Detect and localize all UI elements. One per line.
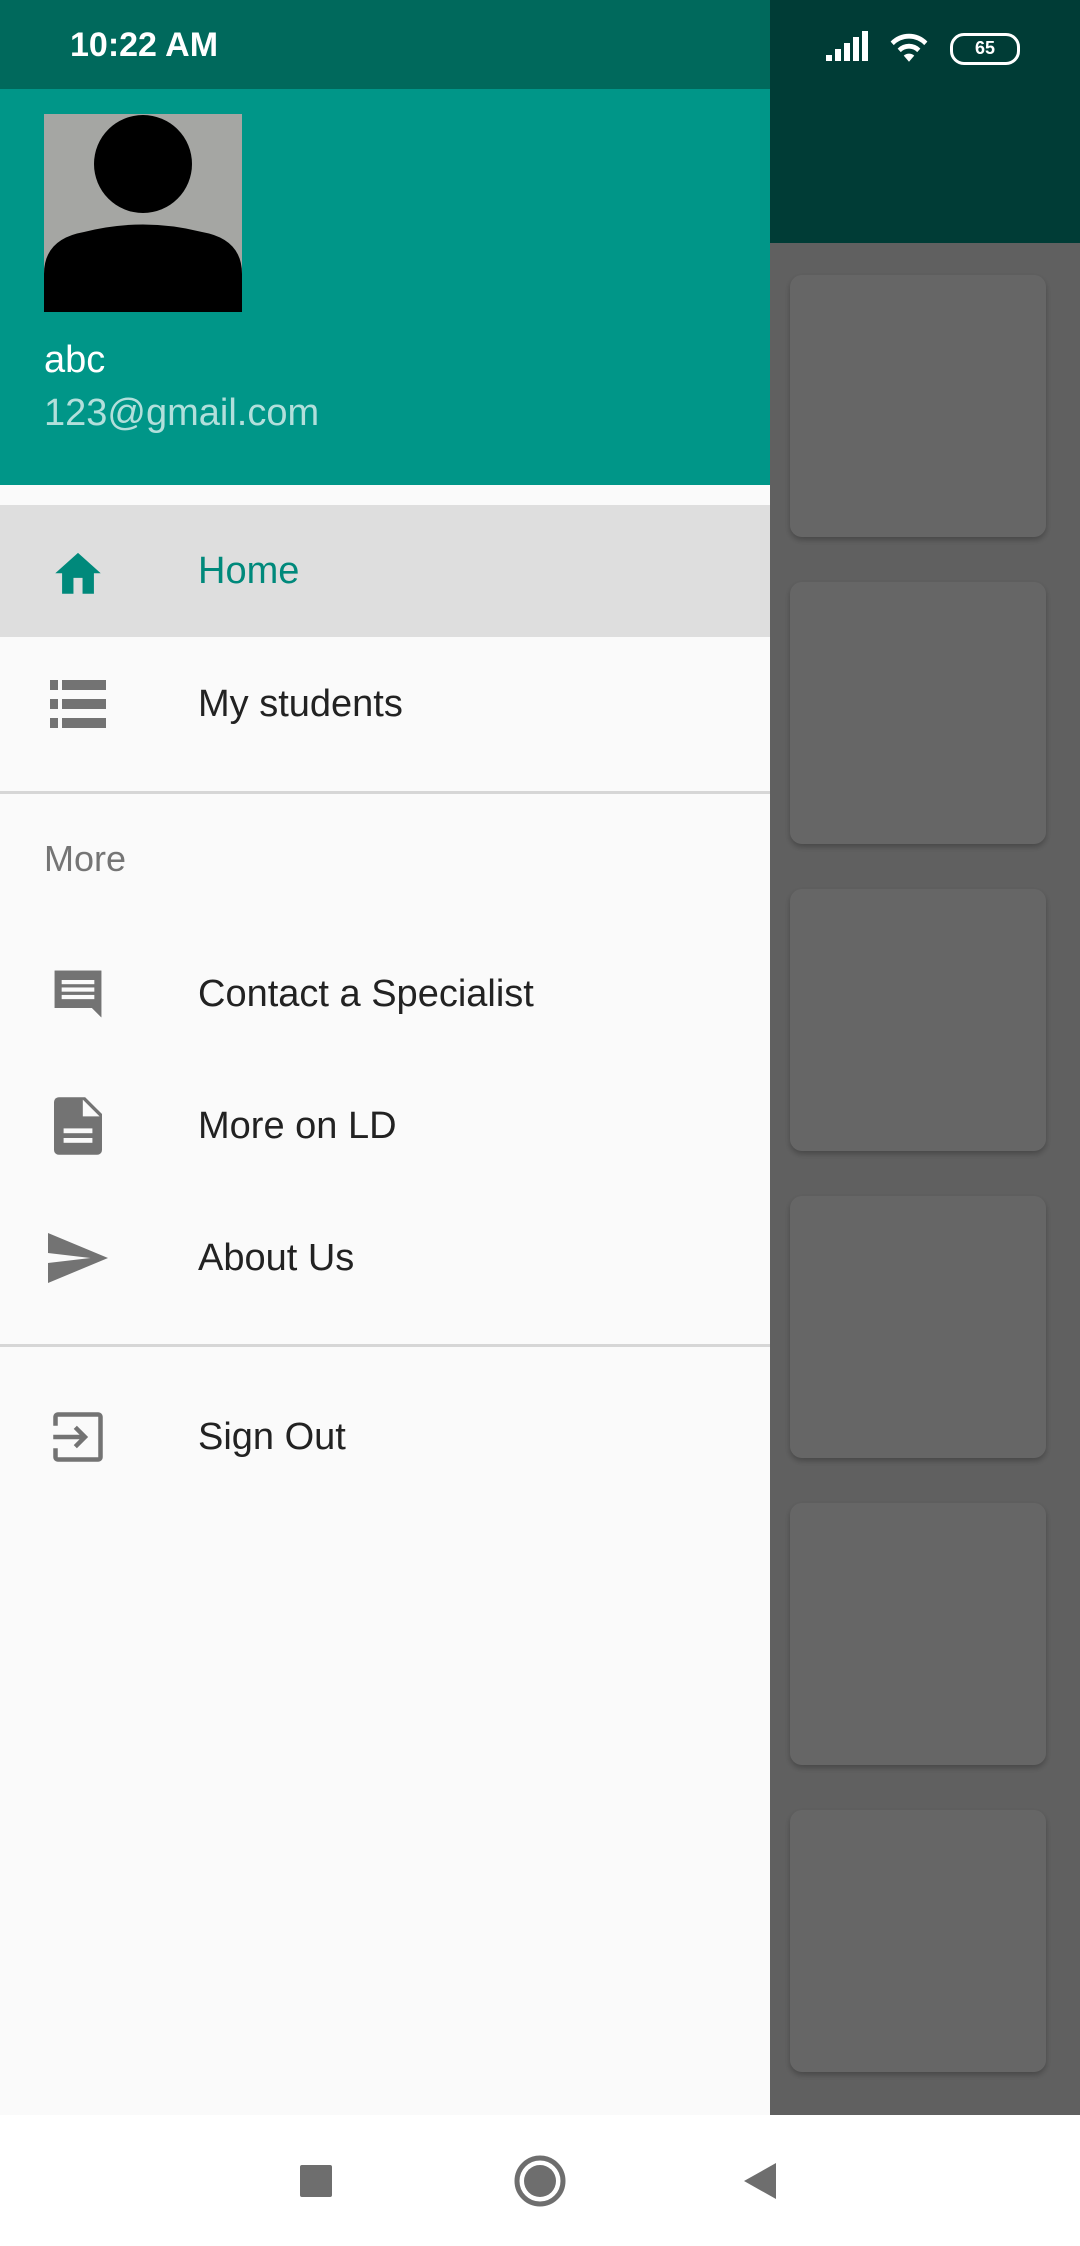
status-time: 10:22 AM <box>70 26 219 64</box>
user-name: abc <box>44 339 106 381</box>
drawer-item-home[interactable]: Home <box>0 505 770 637</box>
drawer-item-label: About Us <box>198 1236 355 1279</box>
wifi-icon <box>888 30 930 67</box>
status-bar: 10:22 AM 65 <box>0 0 1080 89</box>
document-icon <box>48 1096 108 1156</box>
exit-icon <box>48 1407 108 1467</box>
drawer-item-label: More on LD <box>198 1104 397 1147</box>
battery-icon: 65 <box>950 32 1020 65</box>
drawer-item-contact-specialist[interactable]: Contact a Specialist <box>0 928 770 1060</box>
drawer-item-label: Home <box>198 549 300 592</box>
drawer-item-label: Sign Out <box>198 1415 346 1458</box>
drawer-item-my-students[interactable]: My students <box>0 638 770 770</box>
home-circle-icon[interactable] <box>510 2151 570 2211</box>
drawer-header: abc 123@gmail.com <box>0 89 770 485</box>
drawer-item-more-on-ld[interactable]: More on LD <box>0 1060 770 1192</box>
list-icon <box>48 674 108 734</box>
drawer-item-about-us[interactable]: About Us <box>0 1192 770 1324</box>
system-nav-bar <box>0 2115 1080 2246</box>
drawer-divider <box>0 791 770 794</box>
drawer-item-label: My students <box>198 682 403 725</box>
recents-icon[interactable] <box>286 2151 346 2211</box>
send-icon <box>48 1228 108 1288</box>
chat-icon <box>48 964 108 1024</box>
user-email: 123@gmail.com <box>44 392 320 434</box>
status-icons: 65 <box>826 30 1020 67</box>
drawer-divider <box>0 1344 770 1347</box>
person-icon <box>44 114 242 312</box>
drawer-item-label: Contact a Specialist <box>198 972 534 1015</box>
navigation-drawer: abc 123@gmail.com Home My students More <box>0 0 770 2115</box>
home-icon <box>48 541 108 601</box>
drawer-section-header: More <box>44 838 127 879</box>
drawer-item-sign-out[interactable]: Sign Out <box>0 1371 770 1503</box>
signal-icon <box>826 31 868 66</box>
back-icon[interactable] <box>730 2151 790 2211</box>
